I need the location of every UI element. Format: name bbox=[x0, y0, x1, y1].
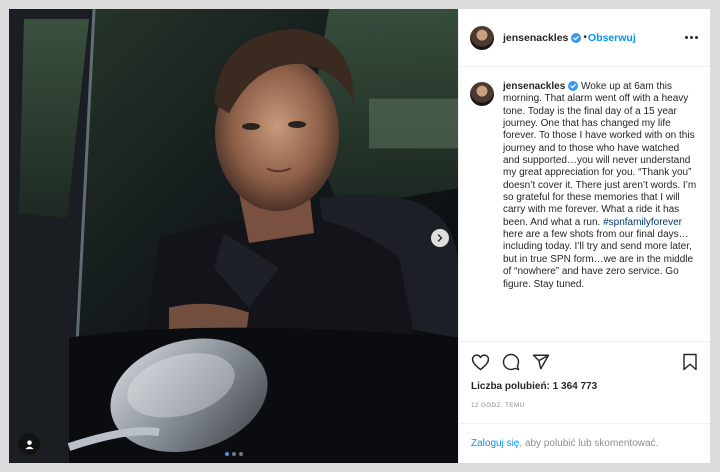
user-tag-icon bbox=[24, 439, 34, 449]
user-tags-button[interactable] bbox=[18, 433, 40, 455]
share-icon[interactable] bbox=[532, 353, 550, 371]
hashtag-link[interactable]: #spnfamilyforever bbox=[603, 217, 682, 228]
login-link[interactable]: Zaloguj się bbox=[471, 438, 519, 449]
caption-text-continued: here are a few shots from our final days… bbox=[503, 229, 694, 290]
caption-text: Woke up at 6am this morning. That alarm … bbox=[503, 81, 697, 228]
post-actions bbox=[459, 341, 710, 381]
login-prompt-text: , aby polubić lub skomentować. bbox=[519, 438, 659, 449]
avatar[interactable] bbox=[470, 25, 494, 50]
post-timestamp[interactable]: 12 GODZ. TEMU bbox=[459, 395, 710, 417]
post-photo bbox=[9, 9, 458, 463]
post-side-panel: jensenackles • Obserwuj jensenackles Wok… bbox=[458, 9, 710, 463]
verified-badge-icon bbox=[568, 81, 579, 92]
bookmark-icon[interactable] bbox=[682, 353, 698, 371]
chevron-right-icon bbox=[437, 234, 443, 242]
follow-button[interactable]: Obserwuj bbox=[588, 32, 636, 44]
verified-badge-icon bbox=[571, 32, 582, 43]
more-options-icon[interactable] bbox=[685, 36, 698, 39]
comment-icon[interactable] bbox=[502, 353, 520, 371]
separator: • bbox=[583, 32, 587, 43]
carousel-next-button[interactable] bbox=[431, 229, 449, 247]
instagram-post: jensenackles • Obserwuj jensenackles Wok… bbox=[8, 8, 711, 464]
post-header: jensenackles • Obserwuj bbox=[459, 9, 710, 67]
likes-count[interactable]: Liczba polubień: 1 364 773 bbox=[459, 381, 710, 395]
carousel-dot bbox=[231, 452, 236, 456]
header-username[interactable]: jensenackles bbox=[503, 32, 568, 44]
caption-username[interactable]: jensenackles bbox=[503, 81, 565, 92]
comments-section: jensenackles Woke up at 6am this morning… bbox=[459, 67, 710, 341]
carousel-dot bbox=[238, 452, 243, 456]
post-media[interactable] bbox=[9, 9, 458, 463]
login-prompt: Zaloguj się , aby polubić lub skomentowa… bbox=[459, 423, 710, 463]
caption-row: jensenackles Woke up at 6am this morning… bbox=[470, 81, 698, 291]
post-caption: jensenackles Woke up at 6am this morning… bbox=[503, 81, 698, 291]
heart-icon[interactable] bbox=[471, 353, 490, 371]
carousel-indicator bbox=[224, 452, 243, 456]
carousel-dot-active bbox=[224, 452, 229, 456]
avatar[interactable] bbox=[470, 82, 494, 106]
